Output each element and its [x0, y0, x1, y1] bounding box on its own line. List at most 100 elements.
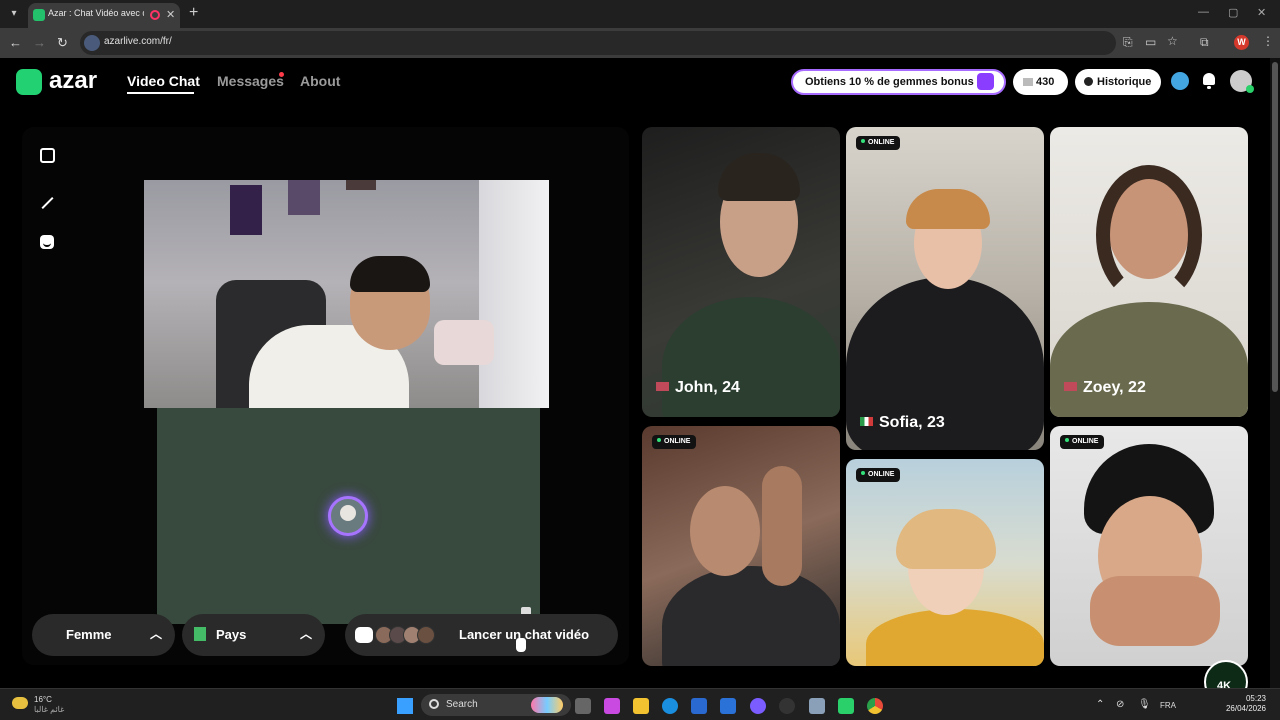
android-app-icon[interactable] — [838, 698, 854, 714]
profile-tile-5[interactable]: ONLINE — [846, 459, 1044, 666]
tab-title: Azar : Chat Vidéo avec de n — [48, 8, 144, 18]
gem-bonus-button[interactable]: Obtiens 10 % de gemmes bonus ! — [791, 69, 1006, 95]
face-effect-icon[interactable] — [40, 235, 54, 249]
searching-avatar — [328, 496, 368, 536]
us-flag-icon — [1064, 382, 1077, 391]
minimize-button[interactable]: — — [1198, 6, 1209, 18]
app-icon[interactable] — [779, 698, 795, 714]
language-globe-icon[interactable] — [1171, 72, 1189, 90]
country-flag-icon — [194, 627, 206, 641]
clock-date: 26/04/2026 — [1225, 704, 1266, 713]
it-flag-icon — [860, 417, 873, 426]
nav-about[interactable]: About — [300, 73, 340, 89]
back-button[interactable]: ← — [9, 35, 22, 50]
person-hair — [350, 256, 430, 292]
gem-icon — [1023, 78, 1033, 86]
history-button[interactable]: Historique — [1075, 69, 1161, 95]
widgets-icon[interactable] — [604, 698, 620, 714]
wall-poster — [346, 180, 376, 190]
nav-video-chat[interactable]: Video Chat — [127, 73, 200, 89]
person-shoulders — [662, 297, 840, 417]
online-badge: ONLINE — [652, 435, 697, 449]
bookmark-star-icon[interactable]: ☆ — [1167, 34, 1178, 48]
country-filter-label: Pays — [216, 627, 247, 642]
new-tab-button[interactable]: + — [189, 4, 198, 22]
online-badge: ONLINE — [856, 468, 901, 482]
settings-gear-icon[interactable] — [809, 698, 825, 714]
local-camera-view — [144, 180, 549, 408]
user-face-thumb — [417, 626, 435, 644]
browser-tab[interactable]: Azar : Chat Vidéo avec de n ✕ — [28, 3, 180, 28]
start-video-chat-button[interactable]: Lancer un chat vidéo — [345, 614, 618, 656]
profile-tile-6[interactable]: ONLINE — [1050, 426, 1248, 666]
address-bar[interactable]: azarlive.com/fr/ — [80, 31, 1116, 55]
tile-name: Sofia, 23 — [860, 414, 945, 432]
profile-tile-john[interactable]: John, 24 — [642, 127, 840, 417]
pillow — [434, 320, 494, 365]
tab-search-chevron-icon[interactable]: ▾ — [6, 6, 22, 22]
translate-icon[interactable]: ⎘ — [1123, 35, 1133, 50]
close-tab-icon[interactable]: ✕ — [166, 8, 175, 21]
gems-button[interactable]: 430 — [1013, 69, 1068, 95]
fullscreen-icon[interactable] — [40, 148, 55, 163]
beauty-filter-wand-icon[interactable] — [41, 196, 54, 210]
person-sweater — [1050, 302, 1248, 417]
person-face — [690, 486, 760, 576]
person-arm — [762, 466, 802, 586]
profile-tile-zoey[interactable]: Zoey, 22 — [1050, 127, 1248, 417]
taskbar-search[interactable]: Search — [421, 694, 571, 716]
browser-menu-icon[interactable]: ⋮ — [1262, 34, 1274, 48]
messenger-icon[interactable] — [750, 698, 766, 714]
history-label: Historique — [1097, 76, 1152, 88]
tray-chevron-icon[interactable]: ⌃ — [1096, 699, 1104, 710]
gender-filter-button[interactable]: Femme ︿ — [32, 614, 175, 656]
maximize-button[interactable]: ▢ — [1228, 6, 1238, 19]
scrollbar-thumb[interactable] — [1272, 62, 1278, 392]
reload-button[interactable]: ↻ — [57, 35, 68, 51]
profile-avatar[interactable]: W — [1234, 35, 1249, 50]
azar-logo-icon[interactable] — [16, 69, 42, 95]
site-info-icon[interactable] — [84, 35, 100, 51]
notification-bell-icon[interactable] — [1200, 72, 1218, 90]
tile-name: John, 24 — [656, 379, 740, 397]
curtain — [479, 180, 549, 408]
clock-time: 05:23 — [1245, 694, 1266, 703]
task-view-icon[interactable] — [575, 698, 591, 714]
tile-name: Zoey, 22 — [1064, 379, 1146, 397]
close-window-button[interactable]: ✕ — [1257, 6, 1266, 19]
windows-start-icon[interactable] — [397, 698, 413, 714]
logo-text[interactable]: azar — [49, 67, 97, 95]
extensions-icon[interactable]: ⧉ — [1200, 35, 1209, 50]
us-flag-icon — [656, 382, 669, 391]
profile-tile-4[interactable]: ONLINE — [642, 426, 840, 666]
network-icon[interactable]: ⊘ — [1116, 699, 1124, 710]
page-scrollbar[interactable] — [1270, 58, 1280, 688]
file-explorer-icon[interactable] — [633, 698, 649, 714]
system-clock[interactable]: 05:23 26/04/2026 — [1224, 694, 1266, 714]
forward-button[interactable]: → — [33, 35, 46, 50]
chrome-icon[interactable] — [867, 698, 883, 714]
person-shirt — [662, 566, 840, 666]
online-status-dot — [1246, 85, 1254, 93]
cast-icon[interactable]: ▭ — [1145, 35, 1156, 49]
outlook-icon[interactable] — [720, 698, 736, 714]
country-filter-button[interactable]: Pays ︿ — [182, 614, 325, 656]
chevron-up-icon: ︿ — [150, 627, 163, 641]
microphone-icon[interactable]: 🎙 — [1138, 699, 1151, 710]
clock-icon — [1084, 77, 1093, 86]
search-icon — [429, 699, 439, 709]
online-dot — [657, 438, 661, 442]
profile-tile-sofia[interactable]: ONLINE Sofia, 23 — [846, 127, 1044, 450]
user-avatar[interactable] — [1230, 70, 1254, 93]
nav-messages[interactable]: Messages — [217, 73, 284, 89]
input-language[interactable]: FRA — [1160, 701, 1176, 710]
edge-icon[interactable] — [662, 698, 678, 714]
store-icon[interactable] — [691, 698, 707, 714]
search-placeholder: Search — [446, 699, 478, 710]
online-dot — [861, 139, 865, 143]
camera-icon — [355, 627, 373, 643]
remote-video-placeholder — [157, 408, 540, 624]
online-dot — [861, 471, 865, 475]
search-highlight-icon — [531, 697, 563, 713]
gift-icon — [977, 73, 994, 90]
